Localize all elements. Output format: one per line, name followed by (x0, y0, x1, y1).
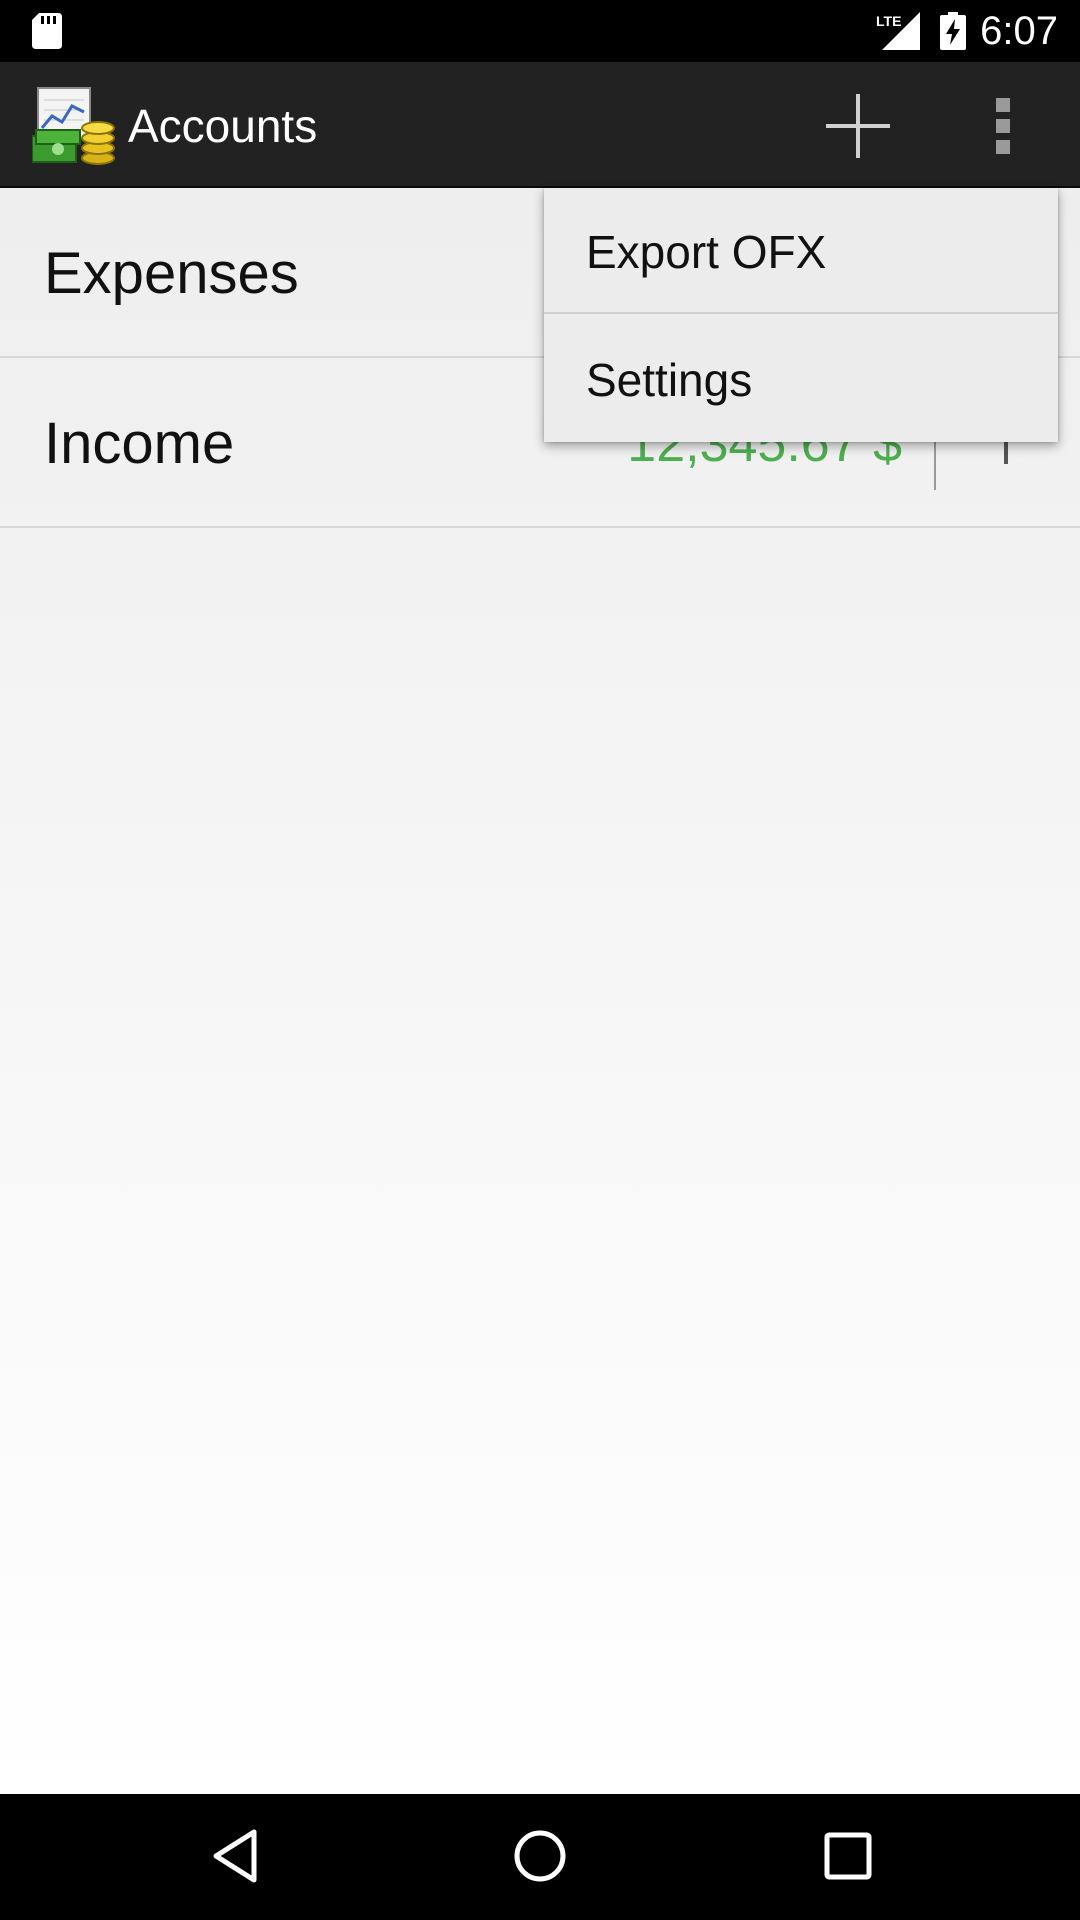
back-icon (213, 1829, 257, 1883)
screen: LTE 6:07 Accounts Expenses Income 12,345… (0, 0, 1080, 1920)
lte-signal-icon: LTE (876, 12, 920, 55)
navigation-bar (0, 1794, 1080, 1920)
add-account-button[interactable] (820, 88, 896, 164)
page-title: Accounts (128, 100, 318, 152)
overflow-menu-button[interactable] (966, 88, 1042, 164)
recents-icon (824, 1832, 872, 1880)
menu-item-label: Settings (586, 354, 753, 406)
home-icon (514, 1830, 566, 1882)
status-clock: 6:07 (980, 9, 1058, 53)
account-name: Expenses (44, 241, 299, 306)
battery-charging-icon (940, 12, 966, 55)
action-bar: Accounts (0, 62, 1080, 188)
menu-item-export-ofx[interactable]: Export OFX (544, 188, 1058, 314)
status-bar: LTE 6:07 (0, 0, 1080, 62)
menu-item-label: Export OFX (586, 226, 827, 278)
back-button[interactable] (206, 1826, 266, 1891)
app-logo-icon[interactable] (31, 86, 116, 171)
account-name: Income (44, 411, 235, 476)
lte-label: LTE (876, 13, 901, 29)
plus-icon (826, 94, 890, 158)
home-button[interactable] (512, 1826, 568, 1891)
menu-item-settings[interactable]: Settings (544, 316, 1058, 442)
sd-card-icon (32, 13, 62, 54)
overflow-menu-icon (996, 98, 1010, 154)
overflow-menu: Export OFX Settings (544, 188, 1058, 442)
recents-button[interactable] (818, 1826, 878, 1891)
